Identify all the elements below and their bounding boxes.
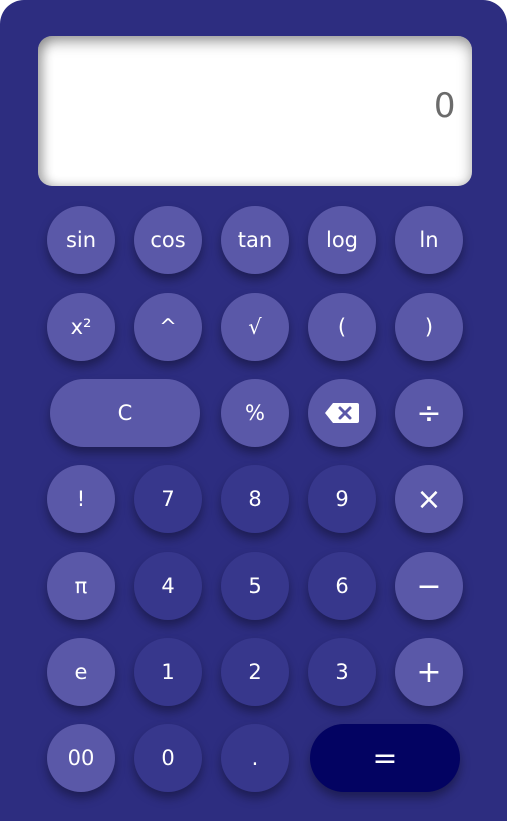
digit-2-button[interactable]: 2 xyxy=(221,638,289,706)
clear-button[interactable]: C xyxy=(50,379,200,447)
factorial-button[interactable]: ! xyxy=(47,465,115,533)
digit-4-button[interactable]: 4 xyxy=(134,552,202,620)
close-paren-button[interactable]: ) xyxy=(395,293,463,361)
backspace-button[interactable] xyxy=(308,379,376,447)
display-value: 0 xyxy=(433,86,456,126)
backspace-icon xyxy=(325,403,359,423)
pi-button[interactable]: π xyxy=(47,552,115,620)
log-button[interactable]: log xyxy=(308,206,376,274)
square-button[interactable]: x² xyxy=(47,293,115,361)
digit-6-button[interactable]: 6 xyxy=(308,552,376,620)
digit-9-button[interactable]: 9 xyxy=(308,465,376,533)
ln-button[interactable]: ln xyxy=(395,206,463,274)
power-button[interactable]: ^ xyxy=(134,293,202,361)
sin-button[interactable]: sin xyxy=(47,206,115,274)
digit-0-button[interactable]: 0 xyxy=(134,724,202,792)
plus-button[interactable]: + xyxy=(395,638,463,706)
tan-button[interactable]: tan xyxy=(221,206,289,274)
calculator: 0 sin cos tan log ln x² ^ √ ( ) C % ÷ ! … xyxy=(0,0,507,821)
e-constant-button[interactable]: e xyxy=(47,638,115,706)
percent-button[interactable]: % xyxy=(221,379,289,447)
digit-1-button[interactable]: 1 xyxy=(134,638,202,706)
digit-8-button[interactable]: 8 xyxy=(221,465,289,533)
sqrt-button[interactable]: √ xyxy=(221,293,289,361)
multiply-button[interactable]: × xyxy=(395,465,463,533)
digit-5-button[interactable]: 5 xyxy=(221,552,289,620)
divide-button[interactable]: ÷ xyxy=(395,379,463,447)
cos-button[interactable]: cos xyxy=(134,206,202,274)
minus-button[interactable]: − xyxy=(395,552,463,620)
digit-3-button[interactable]: 3 xyxy=(308,638,376,706)
digit-7-button[interactable]: 7 xyxy=(134,465,202,533)
open-paren-button[interactable]: ( xyxy=(308,293,376,361)
equals-button[interactable]: = xyxy=(310,724,460,792)
double-zero-button[interactable]: 00 xyxy=(47,724,115,792)
decimal-point-button[interactable]: . xyxy=(221,724,289,792)
display: 0 xyxy=(38,36,472,186)
